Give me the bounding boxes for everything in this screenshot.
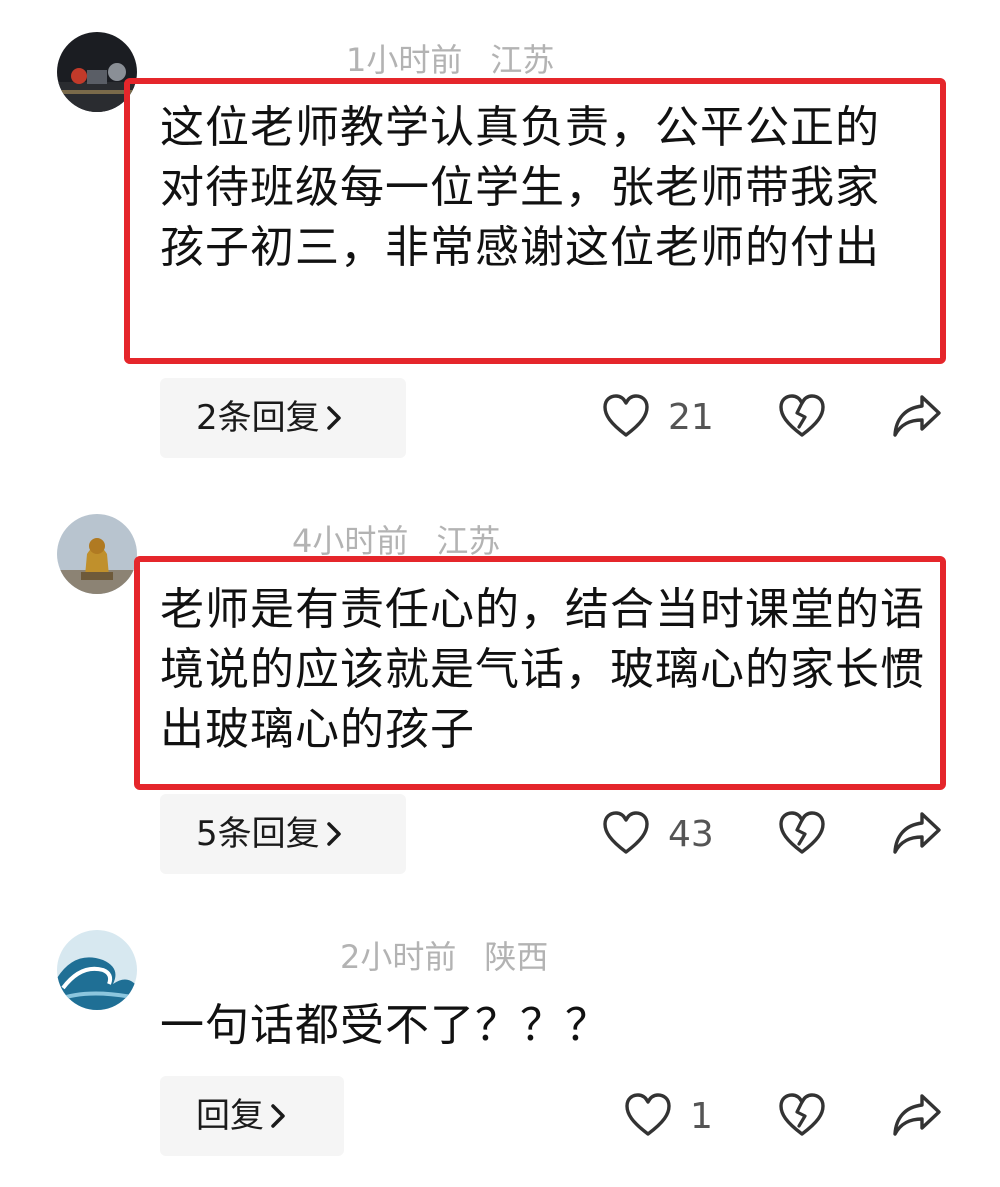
heart-outline-icon[interactable]: [624, 1092, 672, 1142]
comment-text: 一句话都受不了？？？: [160, 1000, 610, 1051]
username[interactable]: [170, 951, 314, 975]
share-arrow-icon[interactable]: [892, 1092, 942, 1142]
comment-meta: 2小时前 陕西: [170, 937, 548, 977]
comment-time: 2小时前: [340, 938, 457, 976]
reply-label: 回复: [196, 1096, 264, 1136]
chevron-right-icon: [270, 1076, 286, 1128]
like-count: 1: [690, 1096, 713, 1137]
comment-item: 2小时前 陕西 一句话都受不了？？？ 回复 1: [0, 0, 1000, 1187]
broken-heart-icon[interactable]: [778, 1092, 826, 1142]
comment-location: 陕西: [484, 938, 549, 976]
user-avatar[interactable]: [57, 930, 137, 1010]
reply-button[interactable]: 回复: [160, 1076, 344, 1156]
